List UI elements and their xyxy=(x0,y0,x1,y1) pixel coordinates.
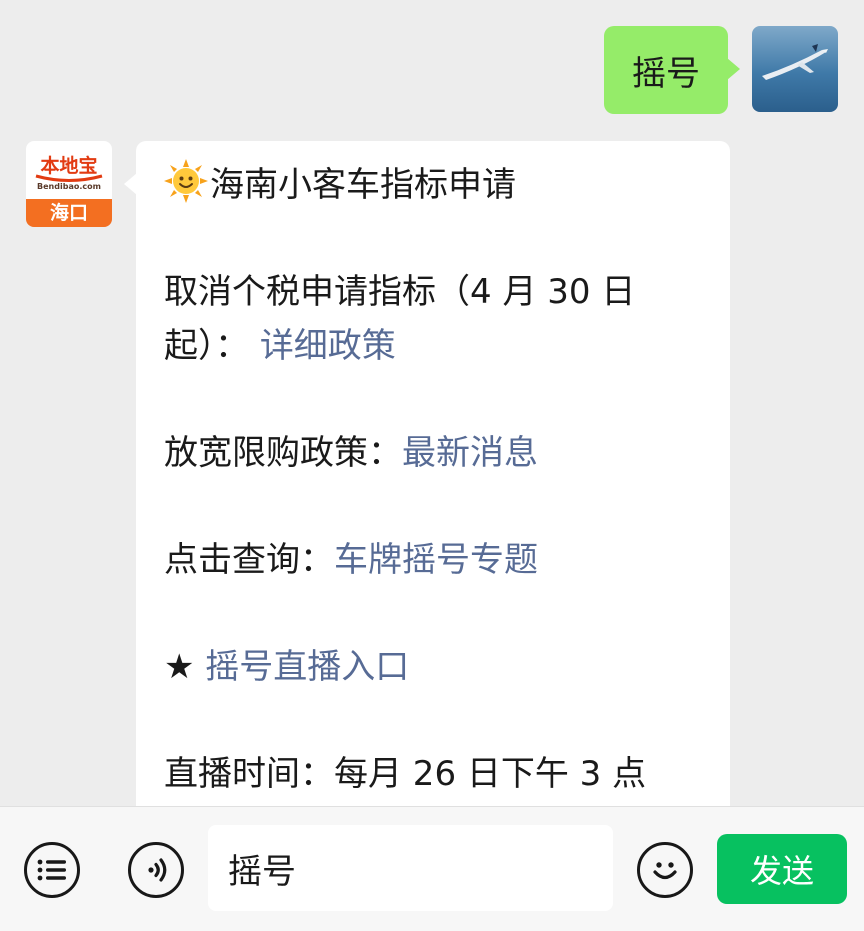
detailed-policy-link[interactable]: 详细政策 xyxy=(260,326,396,366)
airplane-photo-icon xyxy=(752,26,838,112)
bendibao-haikou-avatar[interactable]: 本地宝 Bendibao.com 海口 xyxy=(26,141,112,227)
voice-button[interactable] xyxy=(128,842,184,898)
message-title-line: 海南小客车指标申请 xyxy=(164,158,704,219)
avatar-brand-url: Bendibao.com xyxy=(37,182,101,191)
outgoing-message-text: 摇号 xyxy=(632,53,700,94)
live-stream-link[interactable]: 摇号直播入口 xyxy=(205,647,409,687)
message-line-query: 点击查询：车牌摇号专题 xyxy=(164,533,704,587)
lottery-topic-link[interactable]: 车牌摇号专题 xyxy=(334,540,538,580)
message-line-live: ★ 摇号直播入口 xyxy=(164,640,704,694)
message-line-policy: 取消个税申请指标（4 月 30 日 xyxy=(164,265,704,319)
menu-button[interactable] xyxy=(24,842,80,898)
voice-icon xyxy=(148,858,167,882)
message-title: 海南小客车指标申请 xyxy=(210,165,516,205)
send-button[interactable]: 发送 xyxy=(717,834,847,904)
policy-text-cont: 起）： xyxy=(164,326,249,366)
outgoing-message-bubble[interactable]: 摇号 xyxy=(604,26,740,114)
message-line-policy-cont: 起）： 详细政策 xyxy=(164,319,704,373)
incoming-message-bubble: 海南小客车指标申请 取消个税申请指标（4 月 30 日 起）： 详细政策 放宽限… xyxy=(124,141,730,806)
input-bar: 发送 xyxy=(0,806,864,931)
emoji-button[interactable] xyxy=(637,842,693,898)
message-line-relax: 放宽限购政策：最新消息 xyxy=(164,426,704,480)
sun-emoji-icon xyxy=(164,159,208,219)
list-icon xyxy=(37,859,66,881)
relax-policy-text: 放宽限购政策： xyxy=(164,433,402,473)
message-line-time: 直播时间：每月 26 日下午 3 点 xyxy=(164,747,704,801)
live-time-text: 直播时间：每月 26 日下午 3 点 xyxy=(164,754,647,794)
query-text: 点击查询： xyxy=(164,540,334,580)
smiley-icon xyxy=(653,862,677,880)
star-marker: ★ xyxy=(164,647,206,687)
my-avatar[interactable] xyxy=(752,26,838,112)
avatar-city-label: 海口 xyxy=(26,199,112,227)
policy-text: 取消个税申请指标（4 月 30 日 xyxy=(164,272,636,312)
message-input[interactable] xyxy=(208,825,613,911)
chat-area[interactable]: 摇号 本地宝 Bendibao.com 海口 海南小客车指标申请 取消个税申请指… xyxy=(0,0,864,806)
latest-news-link[interactable]: 最新消息 xyxy=(402,433,538,473)
